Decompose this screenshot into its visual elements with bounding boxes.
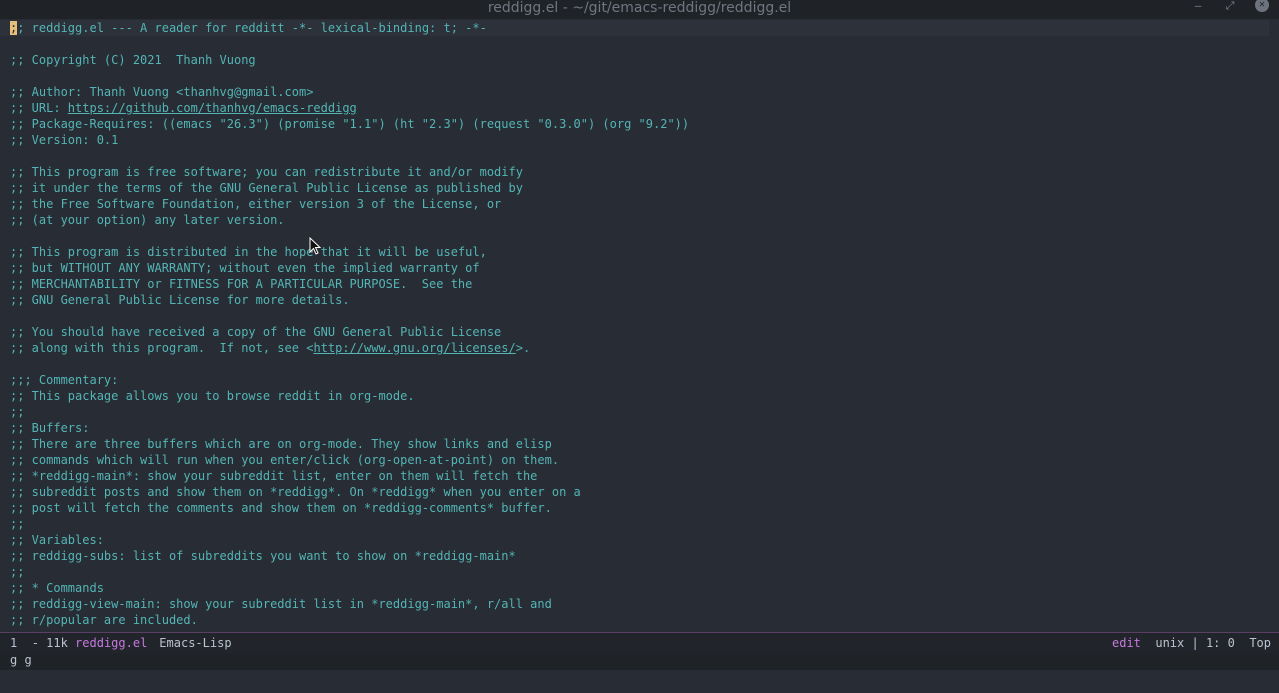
code-line[interactable]: ;; but WITHOUT ANY WARRANTY; without eve…: [10, 260, 480, 276]
code-line-text: ;;; Commentary:: [10, 373, 119, 387]
code-line[interactable]: ;; reddigg-view-main: show your subreddi…: [10, 596, 552, 612]
maximize-button[interactable]: ⤢: [1222, 0, 1238, 14]
mode-line-position: 1: 0: [1205, 636, 1235, 650]
code-line-text: ;; MERCHANTABILITY or FITNESS FOR A PART…: [10, 277, 473, 291]
code-line-text: ;; Version: 0.1: [10, 133, 119, 147]
code-line-text: ;; (at your option) any later version.: [10, 213, 285, 227]
mode-line-left: 1 - 11k reddigg.el Emacs-Lisp: [10, 633, 232, 653]
code-line[interactable]: ;; Copyright (C) 2021 Thanh Vuong: [10, 52, 256, 68]
code-line[interactable]: ;; post will fetch the comments and show…: [10, 500, 552, 516]
window-title: reddigg.el - ~/git/emacs-reddigg/reddigg…: [487, 0, 792, 16]
code-line-text: ;; r/popular are included.: [10, 613, 198, 627]
mode-line-encoding[interactable]: unix: [1155, 636, 1184, 650]
code-line[interactable]: ;; *reddigg-main*: show your subreddit l…: [10, 468, 537, 484]
mode-line-scroll: Top: [1249, 636, 1271, 650]
code-line[interactable]: ;; GNU General Public License for more d…: [10, 292, 350, 308]
code-line[interactable]: ;; MERCHANTABILITY or FITNESS FOR A PART…: [10, 276, 472, 292]
code-line-text: ;; This program is free software; you ca…: [10, 165, 523, 179]
code-line-text: ;; Variables:: [10, 533, 104, 547]
code-line[interactable]: ;; This package allows you to browse red…: [10, 388, 415, 404]
code-line[interactable]: ;; commands which will run when you ente…: [10, 452, 559, 468]
code-line-text: ;; * Commands: [10, 581, 104, 595]
mode-line-line-number: 1: [10, 636, 18, 650]
code-line-text: ;; subreddit posts and show them on *red…: [10, 485, 581, 499]
minibuffer[interactable]: g g: [0, 653, 1279, 670]
code-line[interactable]: ;; Buffers:: [10, 420, 89, 436]
window-titlebar: reddigg.el - ~/git/emacs-reddigg/reddigg…: [0, 0, 1279, 19]
code-line[interactable]: ;; Version: 0.1: [10, 132, 118, 148]
code-line[interactable]: ;; * Commands: [10, 580, 104, 596]
code-line-text: ;; reddigg-subs: list of subreddits you …: [10, 549, 516, 563]
code-line-text: ;; Author: Thanh Vuong <thanhvg@gmail.co…: [10, 85, 314, 99]
code-line-text: ;; You should have received a copy of th…: [10, 325, 502, 339]
code-line-text: ;; Copyright (C) 2021 Thanh Vuong: [10, 53, 256, 67]
code-line[interactable]: ;;: [10, 564, 24, 580]
code-line-text: ;; URL: https://github.com/thanhvg/emacs…: [10, 101, 357, 115]
code-line-text: ;; This program is distributed in the ho…: [10, 245, 487, 259]
mode-line: 1 - 11k reddigg.el Emacs-Lisp edit unix |…: [0, 632, 1279, 654]
minimize-button[interactable]: —: [1190, 0, 1206, 14]
code-line[interactable]: ;; (at your option) any later version.: [10, 212, 285, 228]
code-line-text: ;; *reddigg-main*: show your subreddit l…: [10, 469, 538, 483]
code-line-text: ;; but WITHOUT ANY WARRANTY; without eve…: [10, 261, 480, 275]
code-line[interactable]: ;; the Free Software Foundation, either …: [10, 196, 501, 212]
url-link[interactable]: http://www.gnu.org/licenses/: [313, 341, 515, 355]
code-line-text: ;; the Free Software Foundation, either …: [10, 197, 502, 211]
code-line-text: ;;: [10, 565, 25, 579]
code-line-text: ;; Buffers:: [10, 421, 90, 435]
code-line[interactable]: ;; it under the terms of the GNU General…: [10, 180, 523, 196]
code-line[interactable]: ;; This program is free software; you ca…: [10, 164, 523, 180]
editor-buffer[interactable]: ;; reddigg.el --- A reader for redditt -…: [0, 19, 1279, 632]
code-line[interactable]: ;; along with this program. If not, see …: [10, 340, 530, 356]
code-line-text: ;; reddigg.el --- A reader for redditt -…: [10, 21, 487, 35]
mode-line-right: edit unix | 1: 0 Top: [1112, 636, 1271, 650]
code-line-text: ;; reddigg-view-main: show your subreddi…: [10, 597, 552, 611]
text-cursor: ;: [10, 21, 18, 35]
code-line-text: ;; it under the terms of the GNU General…: [10, 181, 523, 195]
code-line[interactable]: ;;; Commentary:: [10, 372, 118, 388]
code-line[interactable]: ;; reddigg.el --- A reader for redditt -…: [0, 20, 1269, 36]
code-line[interactable]: ;; Package-Requires: ((emacs "26.3") (pr…: [10, 116, 689, 132]
code-line[interactable]: ;; reddigg-subs: list of subreddits you …: [10, 548, 516, 564]
code-line[interactable]: ;; URL: https://github.com/thanhvg/emacs…: [10, 100, 357, 116]
code-line-text: ;; This package allows you to browse red…: [10, 389, 415, 403]
mode-line-state: edit: [1112, 636, 1141, 650]
code-line-text: ;; GNU General Public License for more d…: [10, 293, 350, 307]
code-line-text: ;; along with this program. If not, see …: [10, 341, 531, 355]
code-line[interactable]: ;; You should have received a copy of th…: [10, 324, 501, 340]
code-line[interactable]: ;; Variables:: [10, 532, 104, 548]
code-line[interactable]: ;;: [10, 404, 24, 420]
code-line[interactable]: ;; subreddit posts and show them on *red…: [10, 484, 581, 500]
code-line-text: ;;: [10, 517, 25, 531]
code-line[interactable]: ;; r/popular are included.: [10, 612, 198, 628]
url-link[interactable]: https://github.com/thanhvg/emacs-reddigg: [68, 101, 357, 115]
code-line-text: ;; commands which will run when you ente…: [10, 453, 560, 467]
code-line[interactable]: ;; This program is distributed in the ho…: [10, 244, 487, 260]
code-line-text: ;;: [10, 405, 25, 419]
code-line-text: ;; There are three buffers which are on …: [10, 437, 552, 451]
code-line[interactable]: ;; There are three buffers which are on …: [10, 436, 552, 452]
mode-line-buffer-name[interactable]: reddigg.el: [75, 636, 147, 650]
code-line[interactable]: ;; Author: Thanh Vuong <thanhvg@gmail.co…: [10, 84, 313, 100]
code-line[interactable]: ;;: [10, 516, 24, 532]
mode-line-major-mode[interactable]: Emacs-Lisp: [159, 636, 231, 650]
code-line-text: ;; Package-Requires: ((emacs "26.3") (pr…: [10, 117, 690, 131]
mouse-pointer-icon: [309, 237, 321, 255]
mode-line-size: - 11k: [31, 636, 68, 650]
code-line-text: ;; post will fetch the comments and show…: [10, 501, 552, 515]
